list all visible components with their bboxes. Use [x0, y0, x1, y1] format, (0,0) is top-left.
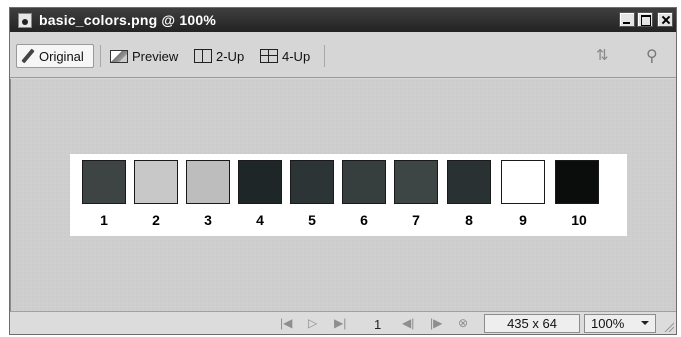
color-swatch — [555, 160, 599, 204]
color-swatch — [342, 160, 386, 204]
swatch-label: 3 — [204, 212, 212, 228]
tab-original[interactable]: Original — [16, 44, 94, 68]
two-up-icon — [194, 49, 212, 63]
window-controls — [619, 12, 673, 27]
minimize-icon[interactable] — [619, 12, 635, 27]
four-up-icon — [260, 49, 278, 63]
play-icon[interactable]: ▷ — [308, 316, 317, 330]
sort-arrows-icon[interactable]: ⇅ — [596, 46, 618, 66]
swatch-label: 6 — [360, 212, 368, 228]
preview-window: basic_colors.png @ 100% Original Preview… — [9, 7, 677, 335]
toolbar-divider — [324, 45, 325, 67]
title-bar[interactable]: basic_colors.png @ 100% — [10, 8, 676, 32]
swatch-label: 2 — [152, 212, 160, 228]
tab-original-label: Original — [39, 48, 84, 64]
swatch-label: 10 — [571, 212, 587, 228]
swatch-label: 9 — [519, 212, 527, 228]
zoom-value: 100% — [591, 316, 625, 331]
previous-frame-icon[interactable]: ◀| — [402, 316, 414, 330]
preview-icon — [110, 49, 128, 63]
color-swatch — [82, 160, 126, 204]
swatch-label: 4 — [256, 212, 264, 228]
stop-icon[interactable]: ⊗ — [458, 316, 468, 330]
color-swatch — [501, 160, 545, 204]
swatch-label: 7 — [412, 212, 420, 228]
color-swatch — [238, 160, 282, 204]
first-frame-icon[interactable]: |◀ — [280, 316, 292, 330]
zoom-select[interactable]: 100% — [584, 314, 656, 333]
color-swatch — [447, 160, 491, 204]
color-swatch — [394, 160, 438, 204]
toolbar: Original Preview 2-Up 4-Up ⇅ ⚲ — [10, 32, 676, 78]
toolbar-divider — [100, 45, 101, 67]
tab-2-up[interactable]: 2-Up — [190, 44, 248, 68]
resize-grip-icon[interactable] — [664, 322, 674, 332]
magnifier-icon[interactable]: ⚲ — [646, 46, 668, 66]
swatch-label: 5 — [308, 212, 316, 228]
pencil-icon — [21, 49, 35, 63]
color-swatch — [186, 160, 230, 204]
tab-2-up-label: 2-Up — [216, 48, 245, 64]
tab-preview[interactable]: Preview — [106, 44, 182, 68]
swatch-label: 8 — [465, 212, 473, 228]
image-preview: 1 2 3 4 5 6 7 8 9 10 — [70, 154, 627, 236]
last-frame-icon[interactable]: ▶| — [334, 316, 346, 330]
color-swatch — [290, 160, 334, 204]
color-swatch — [134, 160, 178, 204]
tab-preview-label: Preview — [132, 48, 179, 64]
image-dimensions: 435 x 64 — [484, 314, 580, 333]
next-frame-icon[interactable]: |▶ — [430, 316, 442, 330]
swatch-label: 1 — [100, 212, 108, 228]
chevron-down-icon — [641, 321, 649, 325]
tab-4-up-label: 4-Up — [282, 48, 311, 64]
close-icon[interactable] — [657, 12, 673, 27]
status-bar: |◀ ▷ ▶| 1 ◀| |▶ ⊗ 435 x 64 100% — [10, 311, 676, 334]
image-canvas[interactable]: 1 2 3 4 5 6 7 8 9 10 — [10, 79, 676, 311]
frame-number: 1 — [374, 317, 382, 332]
tab-4-up[interactable]: 4-Up — [256, 44, 314, 68]
maximize-icon[interactable] — [637, 12, 653, 27]
app-icon — [18, 12, 32, 28]
window-title: basic_colors.png @ 100% — [39, 12, 216, 28]
